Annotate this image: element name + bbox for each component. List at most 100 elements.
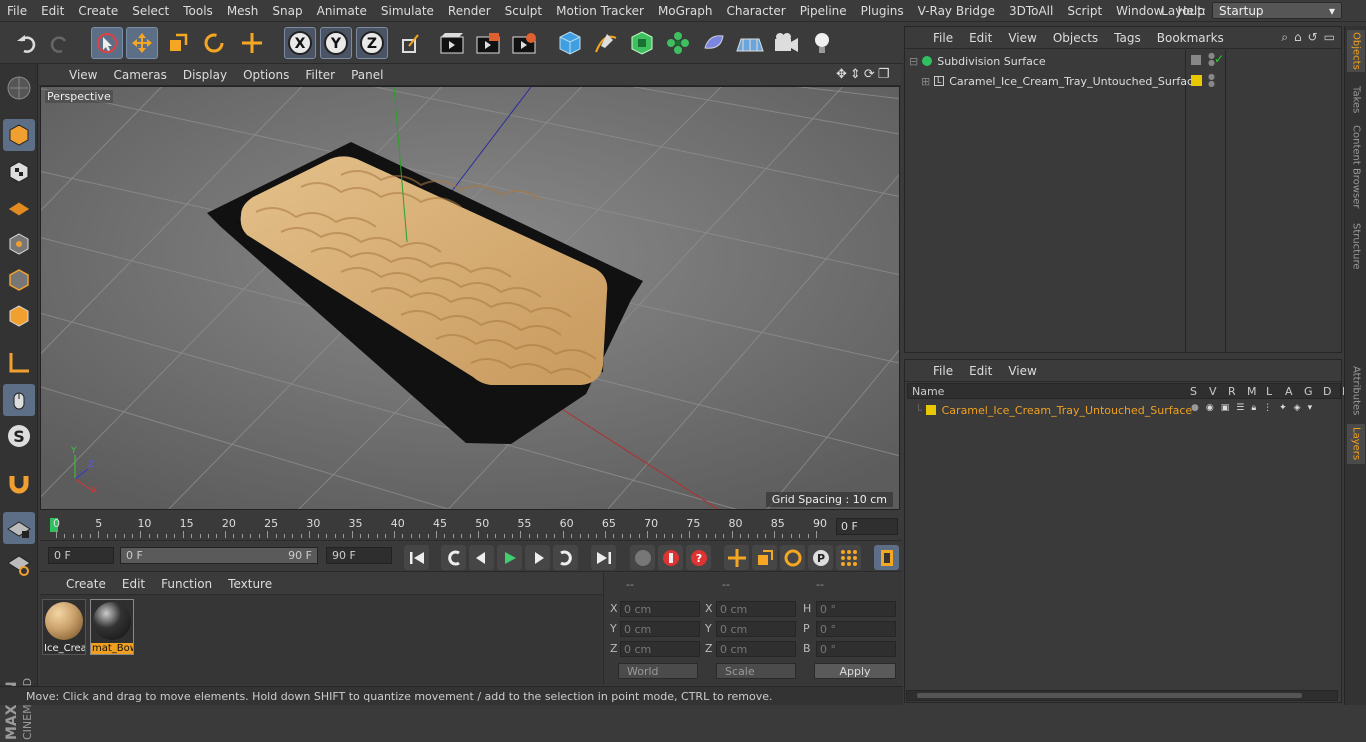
- layer-menu-file[interactable]: File: [925, 364, 961, 378]
- coordinate-mode-dropdown[interactable]: World: [618, 663, 698, 679]
- transform-icon[interactable]: [236, 27, 268, 59]
- timeline-window-icon[interactable]: [874, 545, 899, 570]
- points-mode-icon[interactable]: [3, 228, 35, 260]
- orbit-icon[interactable]: ⟳: [864, 67, 875, 82]
- size-z-field[interactable]: 0 cm: [716, 641, 796, 657]
- model-mode-icon[interactable]: [3, 119, 35, 151]
- pen-spline-icon[interactable]: [590, 27, 622, 59]
- view-eye-icon[interactable]: ◉: [1206, 403, 1214, 413]
- previous-keyframe-icon[interactable]: [441, 545, 466, 570]
- render-view-icon[interactable]: [436, 27, 468, 59]
- record-disabled-icon[interactable]: [630, 545, 655, 570]
- tab-content-browser[interactable]: Content Browser: [1347, 124, 1365, 210]
- rotation-h-field[interactable]: 0 °: [816, 601, 896, 617]
- lock-icon[interactable]: 🔒︎: [1251, 403, 1256, 413]
- menu-item-mesh[interactable]: Mesh: [220, 4, 266, 18]
- menu-item-animate[interactable]: Animate: [310, 4, 374, 18]
- key-pla-icon[interactable]: [836, 545, 861, 570]
- layer-column-name[interactable]: Name: [912, 385, 944, 398]
- viewport-menu-view[interactable]: View: [61, 68, 105, 82]
- workplane-rotate-icon[interactable]: [3, 548, 35, 580]
- menu-item-snap[interactable]: Snap: [265, 4, 309, 18]
- edges-mode-icon[interactable]: [3, 264, 35, 296]
- scale-icon[interactable]: [162, 27, 194, 59]
- menu-item-pipeline[interactable]: Pipeline: [793, 4, 854, 18]
- material-menu-create[interactable]: Create: [58, 577, 114, 591]
- home-icon[interactable]: ⌂: [1294, 30, 1302, 45]
- play-icon[interactable]: [497, 545, 522, 570]
- object-menu-bookmarks[interactable]: Bookmarks: [1149, 31, 1232, 45]
- x-axis-lock-button[interactable]: X: [284, 27, 316, 59]
- cube-primitive-icon[interactable]: [554, 27, 586, 59]
- render-settings-icon[interactable]: [508, 27, 540, 59]
- menu-item-simulate[interactable]: Simulate: [374, 4, 441, 18]
- menu-item-create[interactable]: Create: [71, 4, 125, 18]
- key-position-icon[interactable]: [724, 545, 749, 570]
- light-icon[interactable]: [806, 27, 838, 59]
- generator-icon[interactable]: ✦: [1279, 403, 1287, 413]
- key-scale-icon[interactable]: [752, 545, 777, 570]
- move-icon[interactable]: [126, 27, 158, 59]
- perspective-viewport[interactable]: Y X Z Perspective Grid Spacing : 10 cm: [40, 86, 900, 510]
- next-keyframe-icon[interactable]: [553, 545, 578, 570]
- menu-item-mograph[interactable]: MoGraph: [651, 4, 720, 18]
- tree-collapse-icon[interactable]: ⊟: [909, 55, 918, 68]
- material-menu-function[interactable]: Function: [153, 577, 220, 591]
- menu-item-plugins[interactable]: Plugins: [854, 4, 911, 18]
- size-mode-dropdown[interactable]: Scale: [716, 663, 796, 679]
- animation-icon[interactable]: ⋮: [1263, 403, 1272, 413]
- viewport-menu-cameras[interactable]: Cameras: [105, 68, 174, 82]
- key-parameter-icon[interactable]: P: [808, 545, 833, 570]
- layer-color-swatch[interactable]: [925, 405, 936, 415]
- menu-item-render[interactable]: Render: [441, 4, 498, 18]
- polygons-mode-icon[interactable]: [3, 300, 35, 332]
- workplane-lock-icon[interactable]: [3, 512, 35, 544]
- layer-tag-icon[interactable]: [1191, 55, 1201, 65]
- object-menu-edit[interactable]: Edit: [961, 31, 1000, 45]
- coordinate-system-icon[interactable]: [394, 27, 426, 59]
- object-row-subdivision[interactable]: ⊟ Subdivision Surface: [909, 51, 1046, 71]
- record-keys-icon[interactable]: [658, 545, 683, 570]
- axis-mode-icon[interactable]: [3, 347, 35, 379]
- object-row-tray[interactable]: ⊞ L Caramel_Ice_Cream_Tray_Untouched_Sur…: [921, 71, 1200, 91]
- menu-item-script[interactable]: Script: [1060, 4, 1109, 18]
- maximize-view-icon[interactable]: ❐: [878, 67, 890, 82]
- next-frame-icon[interactable]: [525, 545, 550, 570]
- solo-icon[interactable]: ●: [1191, 403, 1199, 413]
- menu-item-tools[interactable]: Tools: [176, 4, 220, 18]
- back-icon[interactable]: ↺: [1308, 30, 1318, 45]
- tab-takes[interactable]: Takes: [1347, 80, 1365, 120]
- undo-icon[interactable]: [10, 27, 42, 59]
- y-axis-lock-button[interactable]: Y: [320, 27, 352, 59]
- tab-structure[interactable]: Structure: [1347, 220, 1365, 272]
- size-y-field[interactable]: 0 cm: [716, 621, 796, 637]
- layer-color-icon[interactable]: [1191, 75, 1202, 86]
- layer-menu-view[interactable]: View: [1000, 364, 1044, 378]
- object-menu-file[interactable]: File: [925, 31, 961, 45]
- search-icon[interactable]: ⌕: [1281, 30, 1288, 45]
- menu-item-character[interactable]: Character: [719, 4, 792, 18]
- tab-objects[interactable]: Objects: [1347, 30, 1365, 72]
- render-region-icon[interactable]: [472, 27, 504, 59]
- render-icon[interactable]: ▣: [1221, 403, 1230, 413]
- material-menu-edit[interactable]: Edit: [114, 577, 153, 591]
- position-x-field[interactable]: 0 cm: [620, 601, 700, 617]
- key-rotation-icon[interactable]: [780, 545, 805, 570]
- mograph-cloner-icon[interactable]: [662, 27, 694, 59]
- object-menu-view[interactable]: View: [1000, 31, 1044, 45]
- deformer-icon[interactable]: [698, 27, 730, 59]
- layer-menu-edit[interactable]: Edit: [961, 364, 1000, 378]
- start-frame-field[interactable]: 0 F: [48, 547, 114, 564]
- go-to-start-icon[interactable]: [404, 545, 429, 570]
- viewport-menu-panel[interactable]: Panel: [343, 68, 391, 82]
- tab-layers[interactable]: Layers: [1347, 424, 1365, 464]
- workplane-icon[interactable]: [3, 192, 35, 224]
- size-x-field[interactable]: 0 cm: [716, 601, 796, 617]
- z-axis-lock-button[interactable]: Z: [356, 27, 388, 59]
- object-menu-tags[interactable]: Tags: [1106, 31, 1149, 45]
- viewport-menu-filter[interactable]: Filter: [297, 68, 343, 82]
- enabled-check-icon[interactable]: ✓: [1214, 52, 1224, 66]
- live-selection-icon[interactable]: [91, 27, 123, 59]
- snap-icon[interactable]: S: [3, 420, 35, 452]
- manager-icon[interactable]: ☰: [1236, 403, 1244, 413]
